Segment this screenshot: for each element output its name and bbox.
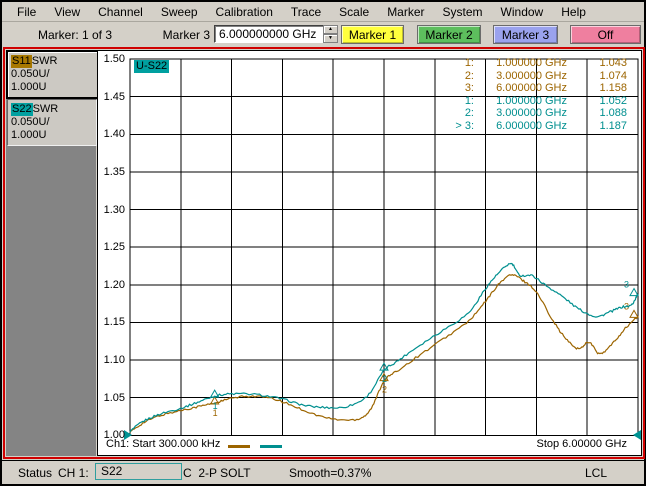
smoothing-status: Smooth=0.37% [289, 466, 371, 480]
y-axis-tick: 1.15 [98, 316, 125, 328]
marker-readout-table: 1:1.000000 GHz1.0432:3.000000 GHz1.0743:… [438, 57, 627, 133]
readout-num: 1: [438, 57, 474, 70]
marker-readout-row: > 3:6.000000 GHz1.187 [438, 120, 627, 133]
plot-panel: 123123 U-S22 1:1.000000 GHz1.0432:3.0000… [97, 50, 642, 456]
trace-scale: 0.050U/ [11, 116, 96, 129]
trace-tag-s11: S11 [11, 55, 32, 68]
marker-toolbar: Marker: 1 of 3 Marker 3 ▲ ▼ Marker 1 Mark… [2, 23, 644, 48]
trace-tag-s22: S22 [11, 103, 33, 116]
readout-freq: 3.000000 GHz [474, 107, 567, 120]
y-axis-tick: 1.30 [98, 204, 125, 216]
trace-format: SWR [33, 103, 59, 115]
marker-1-button[interactable]: Marker 1 [341, 25, 404, 44]
trace-reference: 1.000U [11, 129, 96, 142]
menu-item-help[interactable]: Help [552, 2, 595, 22]
menu-item-view[interactable]: View [45, 2, 89, 22]
menu-item-calibration[interactable]: Calibration [207, 2, 282, 22]
readout-val: 1.158 [567, 82, 627, 95]
readout-num: 2: [438, 70, 474, 83]
sweep-stop-label: Stop 6.00000 GHz [536, 438, 627, 450]
status-label: Status [18, 466, 52, 480]
trace-s22-legend-swatch [260, 445, 282, 448]
marker-readout-row: 1:1.000000 GHz1.043 [438, 57, 627, 70]
y-axis-tick: 1.20 [98, 279, 125, 291]
status-bar: Status CH 1: S22 C 2-P SOLT Smooth=0.37%… [2, 460, 644, 484]
readout-freq: 1.000000 GHz [474, 57, 567, 70]
trace-button-s11[interactable]: S11SWR0.050U/1.000U [6, 50, 99, 99]
trace-scale: 0.050U/ [11, 68, 97, 81]
readout-freq: 6.000000 GHz [474, 82, 567, 95]
y-axis-tick: 1.25 [98, 241, 125, 253]
menu-item-sweep[interactable]: Sweep [152, 2, 207, 22]
menu-item-scale[interactable]: Scale [330, 2, 378, 22]
marker-readout-row: 1:1.000000 GHz1.052 [438, 95, 627, 108]
marker-2-label: 2 [382, 385, 387, 395]
readout-val: 1.187 [567, 120, 627, 133]
menu-item-marker[interactable]: Marker [378, 2, 433, 22]
readout-freq: 3.000000 GHz [474, 70, 567, 83]
readout-val: 1.088 [567, 107, 627, 120]
off-button[interactable]: Off [570, 25, 641, 44]
spinner-up-button[interactable]: ▲ [323, 25, 338, 34]
marker-2-button[interactable]: Marker 2 [417, 25, 481, 44]
frequency-spinner: ▲ ▼ [323, 25, 338, 44]
trace-s11-legend-swatch [228, 445, 250, 448]
y-axis-tick: 1.40 [98, 128, 125, 140]
marker-3-label: 3 [624, 280, 629, 290]
y-axis-tick: 1.05 [98, 392, 125, 404]
trace-reference: 1.000U [11, 81, 97, 94]
readout-num: 2: [438, 107, 474, 120]
marker-readout-row: 2:3.000000 GHz1.074 [438, 70, 627, 83]
x-axis-strip: Ch1: Start 300.000 kHz Stop 6.00000 GHz [98, 437, 641, 453]
readout-freq: 1.000000 GHz [474, 95, 567, 108]
trace-sidebar: S11SWR0.050U/1.000US22SWR0.050U/1.000U [6, 50, 96, 456]
menu-item-file[interactable]: File [8, 2, 45, 22]
measurement-window: S11SWR0.050U/1.000US22SWR0.050U/1.000U 1… [3, 47, 645, 459]
correction-status: C 2-P SOLT [183, 466, 251, 480]
measurement-box: S22 [95, 463, 182, 480]
menu-item-window[interactable]: Window [492, 2, 553, 22]
spinner-down-button[interactable]: ▼ [323, 34, 338, 43]
marker-2-label: 2 [382, 374, 387, 384]
y-axis-tick: 1.50 [98, 53, 125, 65]
marker-field-label: Marker 3 [160, 28, 210, 42]
readout-num: > 3: [438, 120, 474, 133]
marker-readout-row: 2:3.000000 GHz1.088 [438, 107, 627, 120]
marker-frequency-input[interactable] [214, 25, 324, 43]
active-trace-label: U-S22 [134, 60, 169, 73]
y-axis-tick: 1.10 [98, 354, 125, 366]
readout-num: 1: [438, 95, 474, 108]
channel-label: CH 1: [58, 466, 89, 480]
y-axis-tick: 1.35 [98, 166, 125, 178]
readout-val: 1.043 [567, 57, 627, 70]
menu-item-system[interactable]: System [434, 2, 492, 22]
readout-val: 1.074 [567, 70, 627, 83]
readout-val: 1.052 [567, 95, 627, 108]
vna-application-window: FileViewChannelSweepCalibrationTraceScal… [2, 2, 644, 484]
y-axis-tick: 1.00 [98, 429, 125, 441]
menu-bar: FileViewChannelSweepCalibrationTraceScal… [2, 2, 644, 22]
trace-button-s22[interactable]: S22SWR0.050U/1.000U [7, 99, 97, 146]
marker-3-button[interactable]: Marker 3 [493, 25, 558, 44]
trace-format: SWR [32, 55, 58, 67]
marker-1-label: 1 [213, 401, 218, 411]
marker-readout-row: 3:6.000000 GHz1.158 [438, 82, 627, 95]
menu-item-channel[interactable]: Channel [89, 2, 152, 22]
y-axis-tick: 1.45 [98, 91, 125, 103]
menu-item-trace[interactable]: Trace [282, 2, 330, 22]
marker-status-label: Marker: 1 of 3 [38, 28, 112, 42]
readout-num: 3: [438, 82, 474, 95]
readout-freq: 6.000000 GHz [474, 120, 567, 133]
lcl-indicator: LCL [585, 466, 607, 480]
